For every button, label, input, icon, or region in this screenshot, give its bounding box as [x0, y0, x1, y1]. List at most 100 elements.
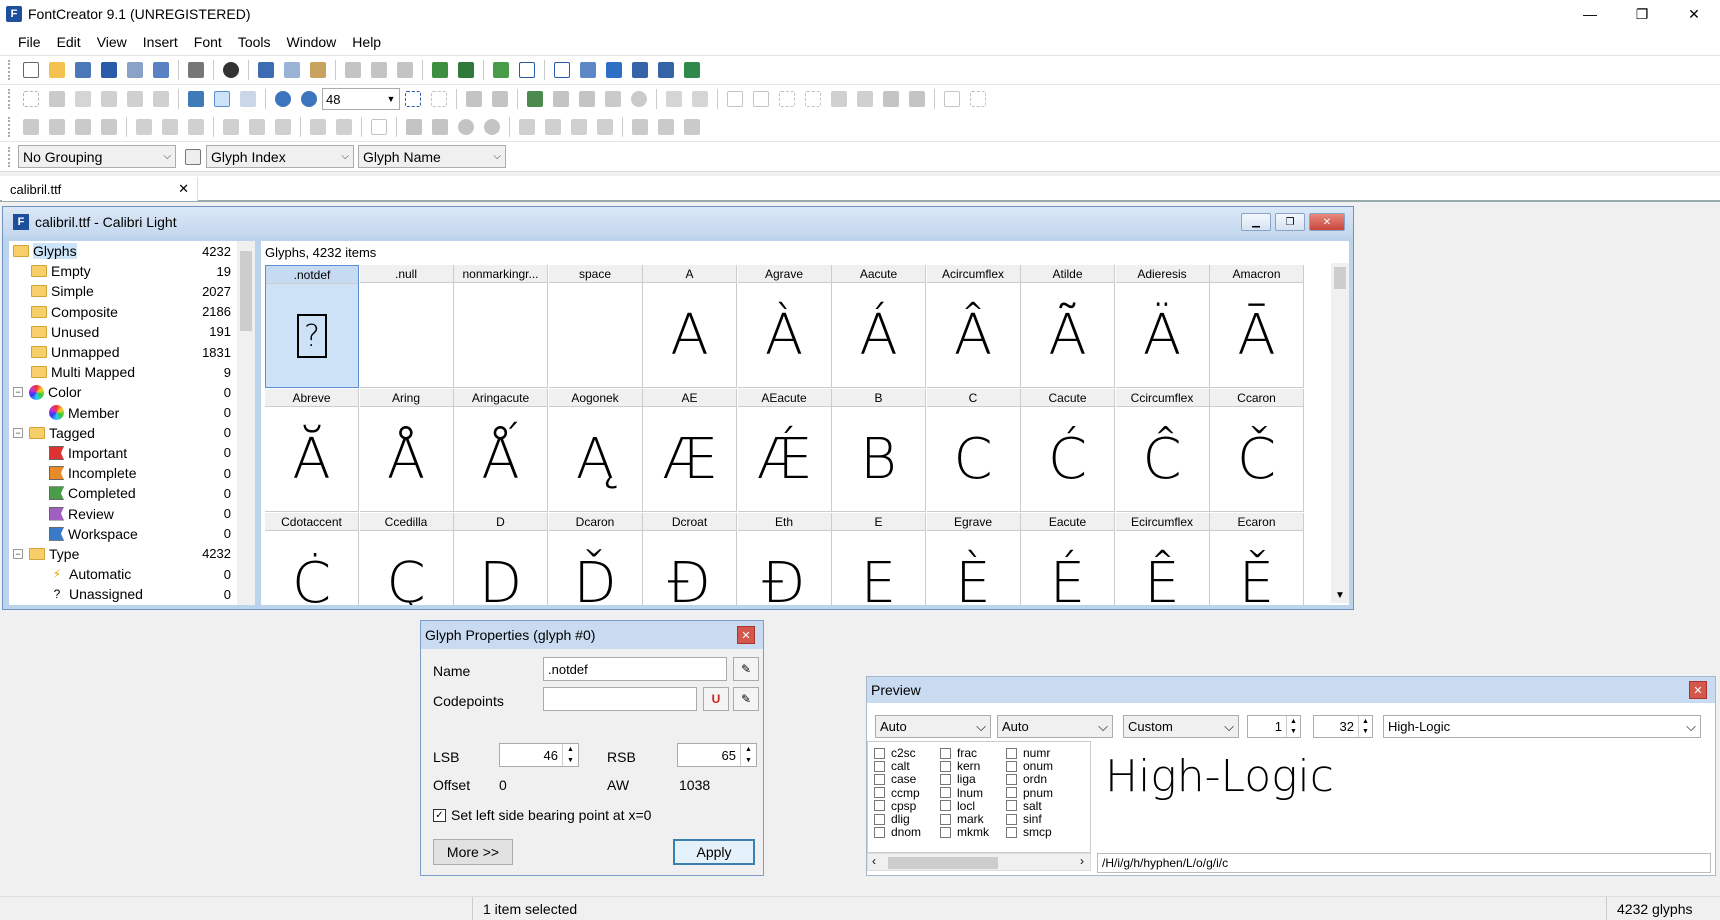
- glyph-cell[interactable]: .null: [359, 265, 454, 388]
- glyph-cell[interactable]: Aringacute Ǻ: [454, 389, 548, 512]
- baseline-icon[interactable]: [854, 88, 876, 110]
- tree-item-tagged[interactable]: − Tagged 0: [9, 423, 255, 443]
- font-window-titlebar[interactable]: F calibril.ttf - Calibri Light ▁ ❐ ✕: [3, 207, 1353, 237]
- features-scrollbar[interactable]: ‹ ›: [867, 853, 1091, 871]
- glyph-cell[interactable]: DD: [454, 513, 548, 605]
- codepoints-field[interactable]: [543, 687, 697, 711]
- checkbox-box[interactable]: [1006, 747, 1017, 759]
- collapse-icon[interactable]: −: [13, 387, 23, 398]
- validate-icon[interactable]: [490, 59, 512, 81]
- background-image-icon[interactable]: [185, 88, 207, 110]
- union-icon[interactable]: [20, 116, 42, 138]
- document-tab[interactable]: calibril.ttf ✕: [2, 177, 198, 201]
- knife-icon[interactable]: [403, 116, 425, 138]
- feature-checkbox-smcp[interactable]: smcp: [1006, 825, 1052, 839]
- collapse-icon[interactable]: −: [13, 548, 23, 559]
- menu-tools[interactable]: Tools: [230, 34, 279, 50]
- feature-checkbox-calt[interactable]: calt: [874, 759, 910, 773]
- grid-icon[interactable]: [724, 88, 746, 110]
- caption-select[interactable]: Glyph Name ⌵: [358, 145, 506, 168]
- checkbox-box[interactable]: [874, 787, 885, 799]
- chevron-left-icon[interactable]: ‹: [872, 854, 876, 868]
- checkbox-box[interactable]: [1006, 773, 1017, 785]
- arrow-tool-icon[interactable]: [463, 88, 485, 110]
- close-icon[interactable]: ✕: [1689, 681, 1707, 699]
- checkbox-box[interactable]: [940, 773, 951, 785]
- feature-checkbox-c2sc[interactable]: c2sc: [874, 746, 916, 760]
- tree-item-composite[interactable]: Composite 2186: [9, 302, 255, 322]
- distribute-h-icon[interactable]: [307, 116, 329, 138]
- fit-icon[interactable]: [402, 88, 424, 110]
- transform-icon[interactable]: [481, 116, 503, 138]
- checkbox-box[interactable]: [874, 826, 885, 838]
- exclude-icon[interactable]: [98, 116, 120, 138]
- zoom-selection-icon[interactable]: [428, 88, 450, 110]
- checkbox-box[interactable]: [874, 800, 885, 812]
- edit-codepoints-icon[interactable]: ✎: [733, 687, 759, 711]
- spell-check-icon[interactable]: [577, 59, 599, 81]
- glyph-cell[interactable]: Ecircumflex Ê: [1115, 513, 1210, 605]
- align-middle-icon[interactable]: [246, 116, 268, 138]
- checkbox-box[interactable]: [874, 813, 885, 825]
- glyph-view-icon[interactable]: [237, 88, 259, 110]
- tree-item-automatic[interactable]: ⚡ Automatic 0: [9, 564, 255, 584]
- bounding-box-icon[interactable]: [776, 88, 798, 110]
- feature-checkbox-dnom[interactable]: dnom: [874, 825, 921, 839]
- glyph-cell[interactable]: EE: [832, 513, 926, 605]
- checkbox-box[interactable]: [1006, 826, 1017, 838]
- checkbox-box[interactable]: [940, 800, 951, 812]
- preview-spin-1[interactable]: 1 ▲ ▼: [1247, 715, 1301, 738]
- tag-icon[interactable]: [576, 88, 598, 110]
- test-font-icon[interactable]: [629, 59, 651, 81]
- tree-item-member[interactable]: Member 0: [9, 403, 255, 423]
- menu-font[interactable]: Font: [186, 34, 230, 50]
- language-select[interactable]: Auto ⌵: [997, 715, 1113, 738]
- info-plus-icon[interactable]: [681, 59, 703, 81]
- menu-view[interactable]: View: [89, 34, 135, 50]
- glyph-cell[interactable]: Ecaron Ě: [1210, 513, 1304, 605]
- components-icon[interactable]: [941, 88, 963, 110]
- zoom-in-icon[interactable]: [272, 88, 294, 110]
- rectangle-icon[interactable]: [602, 88, 624, 110]
- align-center-icon[interactable]: [159, 116, 181, 138]
- unicode-icon[interactable]: U: [703, 687, 729, 711]
- rotate-icon[interactable]: [455, 116, 477, 138]
- hint-icon[interactable]: [828, 88, 850, 110]
- spinner-arrows[interactable]: ▲ ▼: [562, 744, 578, 766]
- scissors-icon[interactable]: [429, 116, 451, 138]
- save-icon[interactable]: [98, 59, 120, 81]
- insert-characters-icon[interactable]: [455, 59, 477, 81]
- metrics-icon[interactable]: [802, 88, 824, 110]
- sort-icon[interactable]: [182, 146, 204, 168]
- glyph-cell[interactable]: BB: [832, 389, 926, 512]
- checkbox-box[interactable]: [940, 787, 951, 799]
- mdi-close-button[interactable]: ✕: [1309, 213, 1345, 231]
- feature-checkbox-ccmp[interactable]: ccmp: [874, 786, 920, 800]
- feature-checkbox-ordn[interactable]: ordn: [1006, 772, 1047, 786]
- checkbox-box[interactable]: [1006, 760, 1017, 772]
- tree-item-workspace[interactable]: Workspace 0: [9, 524, 255, 544]
- mdi-minimize-button[interactable]: ▁: [1241, 213, 1271, 231]
- flip-h-icon[interactable]: [516, 116, 538, 138]
- text-tool-icon[interactable]: [516, 59, 538, 81]
- glyph-grid-scrollbar[interactable]: ▼: [1331, 263, 1349, 603]
- tree-item-multi-mapped[interactable]: Multi Mapped 9: [9, 362, 255, 382]
- decompose-icon[interactable]: [967, 88, 989, 110]
- subtract-icon[interactable]: [72, 116, 94, 138]
- feature-checkbox-frac[interactable]: frac: [940, 746, 977, 760]
- pen-icon[interactable]: [124, 88, 146, 110]
- feature-checkbox-numr[interactable]: numr: [1006, 746, 1050, 760]
- collapse-icon[interactable]: −: [13, 427, 23, 438]
- checkbox-box[interactable]: [940, 826, 951, 838]
- glyph-cell[interactable]: Cdotaccent Ċ: [265, 513, 359, 605]
- glyph-cell[interactable]: .notdef?: [265, 265, 359, 388]
- feature-checkbox-dlig[interactable]: dlig: [874, 812, 910, 826]
- ellipse-icon[interactable]: [628, 88, 650, 110]
- tree-item-unmapped[interactable]: Unmapped 1831: [9, 342, 255, 362]
- feature-checkbox-salt[interactable]: salt: [1006, 799, 1042, 813]
- feature-checkbox-mkmk[interactable]: mkmk: [940, 825, 989, 839]
- glyph-cell[interactable]: Abreve Ă: [265, 389, 359, 512]
- zoom-out-icon[interactable]: [298, 88, 320, 110]
- glyph-cell[interactable]: CC: [926, 389, 1021, 512]
- checkbox-box[interactable]: [1006, 800, 1017, 812]
